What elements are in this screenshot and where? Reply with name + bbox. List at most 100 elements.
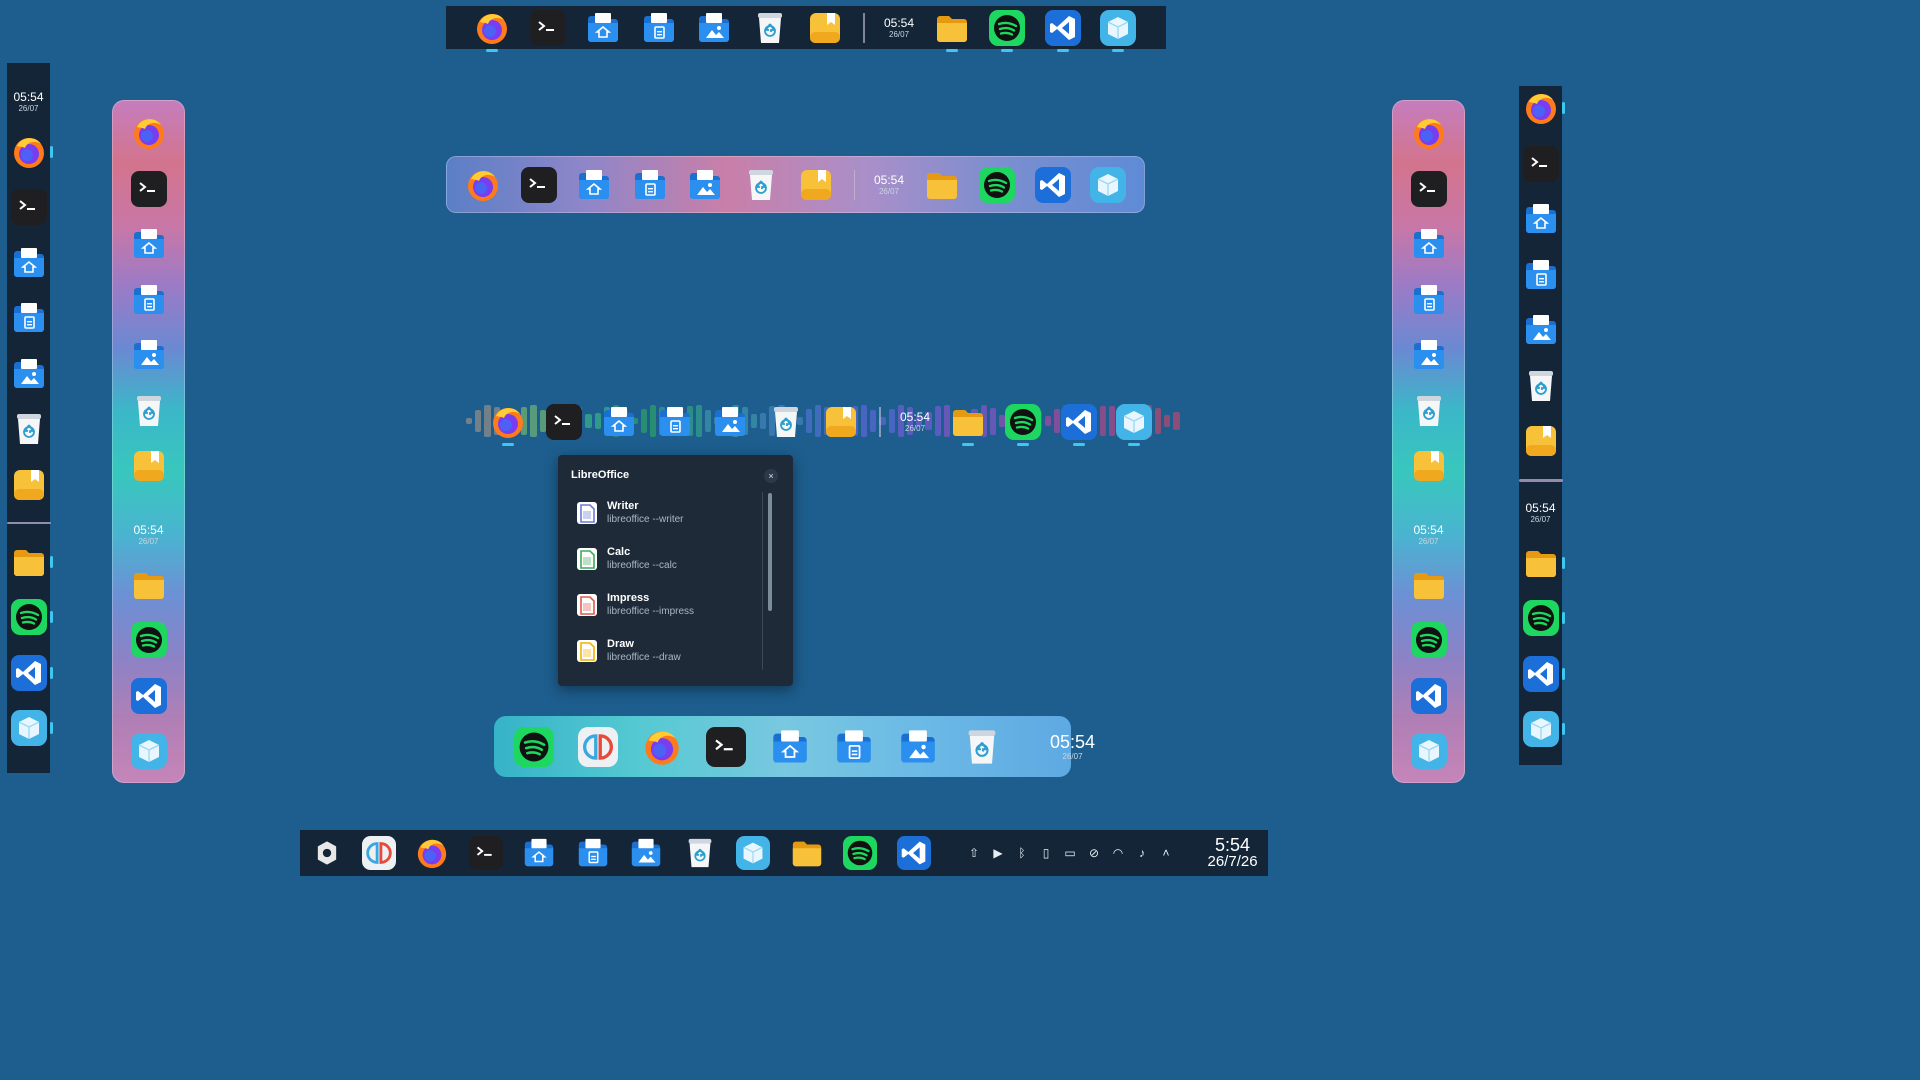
settings-icon[interactable] (312, 838, 342, 868)
package-icon[interactable] (736, 836, 770, 870)
libreoffice-item-calc[interactable]: Calc libreoffice --calc (576, 543, 766, 575)
libreoffice-item-writer[interactable]: Writer libreoffice --writer (576, 497, 766, 529)
terminal-icon[interactable] (1522, 145, 1559, 182)
pictures-folder-icon[interactable] (11, 356, 47, 392)
update-icon[interactable]: ⇧ (966, 845, 982, 861)
pictures-folder-icon[interactable] (898, 727, 938, 767)
terminal-icon[interactable] (706, 726, 746, 767)
documents-folder-icon[interactable] (641, 10, 677, 46)
terminal-icon[interactable] (545, 404, 582, 440)
vscode-icon[interactable] (1410, 677, 1447, 714)
firefox-icon[interactable] (490, 404, 526, 440)
vscode-icon[interactable] (10, 654, 47, 691)
home-folder-icon[interactable] (585, 10, 621, 46)
clock[interactable]: 05:54 26/07 (13, 90, 43, 114)
terminal-icon[interactable] (520, 166, 557, 203)
files-icon[interactable] (934, 10, 970, 46)
trash-icon[interactable] (1411, 393, 1447, 429)
firefox-icon[interactable] (11, 134, 47, 170)
home-folder-icon[interactable] (1411, 226, 1447, 262)
firefox-icon[interactable] (415, 836, 449, 870)
clock[interactable]: 05:54 26/07 (1413, 523, 1443, 547)
pictures-folder-icon[interactable] (629, 836, 663, 870)
package-icon[interactable] (1116, 404, 1153, 440)
media-play-icon[interactable]: ▶ (990, 845, 1006, 861)
spotify-icon[interactable] (989, 9, 1026, 46)
terminal-icon[interactable] (10, 189, 47, 225)
trash-icon[interactable] (962, 727, 1002, 767)
files-icon[interactable] (950, 404, 986, 440)
battery-icon[interactable]: ▭ (1062, 845, 1078, 861)
clock[interactable]: 05:54 26/07 (884, 16, 914, 40)
vscode-icon[interactable] (1034, 166, 1071, 203)
home-folder-icon[interactable] (576, 167, 612, 203)
documents-folder-icon[interactable] (576, 836, 610, 870)
documents-folder-icon[interactable] (657, 404, 693, 440)
close-icon[interactable]: × (764, 469, 778, 483)
clock[interactable]: 05:54 26/07 (900, 410, 930, 434)
terminal-icon[interactable] (468, 836, 503, 870)
spotify-icon[interactable] (843, 836, 877, 870)
trash-icon[interactable] (743, 167, 779, 203)
files-icon[interactable] (924, 167, 960, 203)
notes-icon[interactable] (807, 10, 843, 46)
home-folder-icon[interactable] (522, 836, 556, 870)
trash-icon[interactable] (1523, 368, 1559, 404)
spotify-icon[interactable] (130, 622, 167, 658)
libreoffice-item-draw[interactable]: Draw libreoffice --draw (576, 635, 766, 667)
yuzu-icon[interactable] (578, 726, 618, 767)
documents-folder-icon[interactable] (834, 727, 874, 767)
files-icon[interactable] (1523, 545, 1559, 581)
spotify-icon[interactable] (514, 726, 554, 767)
vscode-icon[interactable] (130, 677, 167, 714)
bluetooth-icon[interactable]: ᛒ (1014, 845, 1030, 861)
package-icon[interactable] (1100, 9, 1137, 46)
spotify-icon[interactable] (1005, 404, 1042, 440)
notes-icon[interactable] (1411, 448, 1447, 484)
notes-icon[interactable] (1523, 423, 1559, 459)
taskbar-clock[interactable]: 5:54 26/7/26 (1208, 836, 1258, 870)
documents-folder-icon[interactable] (1523, 257, 1559, 293)
home-folder-icon[interactable] (11, 245, 47, 281)
libreoffice-item-impress[interactable]: Impress libreoffice --impress (576, 589, 766, 621)
vscode-icon[interactable] (1060, 404, 1097, 440)
pictures-folder-icon[interactable] (1523, 312, 1559, 348)
documents-folder-icon[interactable] (1411, 282, 1447, 318)
trash-icon[interactable] (752, 10, 788, 46)
vscode-icon[interactable] (1522, 655, 1559, 692)
files-icon[interactable] (131, 567, 167, 603)
yuzu-icon[interactable] (361, 836, 396, 870)
vscode-icon[interactable] (1044, 9, 1081, 46)
pictures-folder-icon[interactable] (131, 337, 167, 373)
terminal-icon[interactable] (1410, 170, 1447, 207)
home-folder-icon[interactable] (770, 727, 810, 767)
home-folder-icon[interactable] (131, 226, 167, 262)
firefox-icon[interactable] (465, 167, 501, 203)
clock[interactable]: 05:54 26/07 (1050, 732, 1095, 762)
package-icon[interactable] (130, 733, 167, 769)
scrollbar[interactable] (768, 493, 772, 611)
mouse-icon[interactable]: ▯ (1038, 845, 1054, 861)
home-folder-icon[interactable] (601, 404, 637, 440)
notes-icon[interactable] (798, 167, 834, 203)
notes-icon[interactable] (131, 448, 167, 484)
files-icon[interactable] (790, 836, 824, 870)
trash-icon[interactable] (683, 836, 717, 870)
clock[interactable]: 05:54 26/07 (874, 173, 904, 197)
files-icon[interactable] (11, 544, 47, 580)
terminal-icon[interactable] (529, 9, 566, 46)
clock[interactable]: 05:54 26/07 (1525, 501, 1555, 525)
documents-folder-icon[interactable] (11, 300, 47, 336)
documents-folder-icon[interactable] (131, 282, 167, 318)
spotify-icon[interactable] (1410, 622, 1447, 658)
home-folder-icon[interactable] (1523, 201, 1559, 237)
pictures-folder-icon[interactable] (712, 404, 748, 440)
trash-icon[interactable] (768, 404, 804, 440)
spotify-icon[interactable] (10, 599, 47, 635)
spotify-icon[interactable] (979, 166, 1015, 203)
pictures-folder-icon[interactable] (1411, 337, 1447, 373)
chevron-up-icon[interactable]: ˄ (1158, 845, 1174, 861)
package-icon[interactable] (1410, 733, 1447, 769)
clock[interactable]: 05:54 26/07 (133, 523, 163, 547)
pictures-folder-icon[interactable] (687, 167, 723, 203)
